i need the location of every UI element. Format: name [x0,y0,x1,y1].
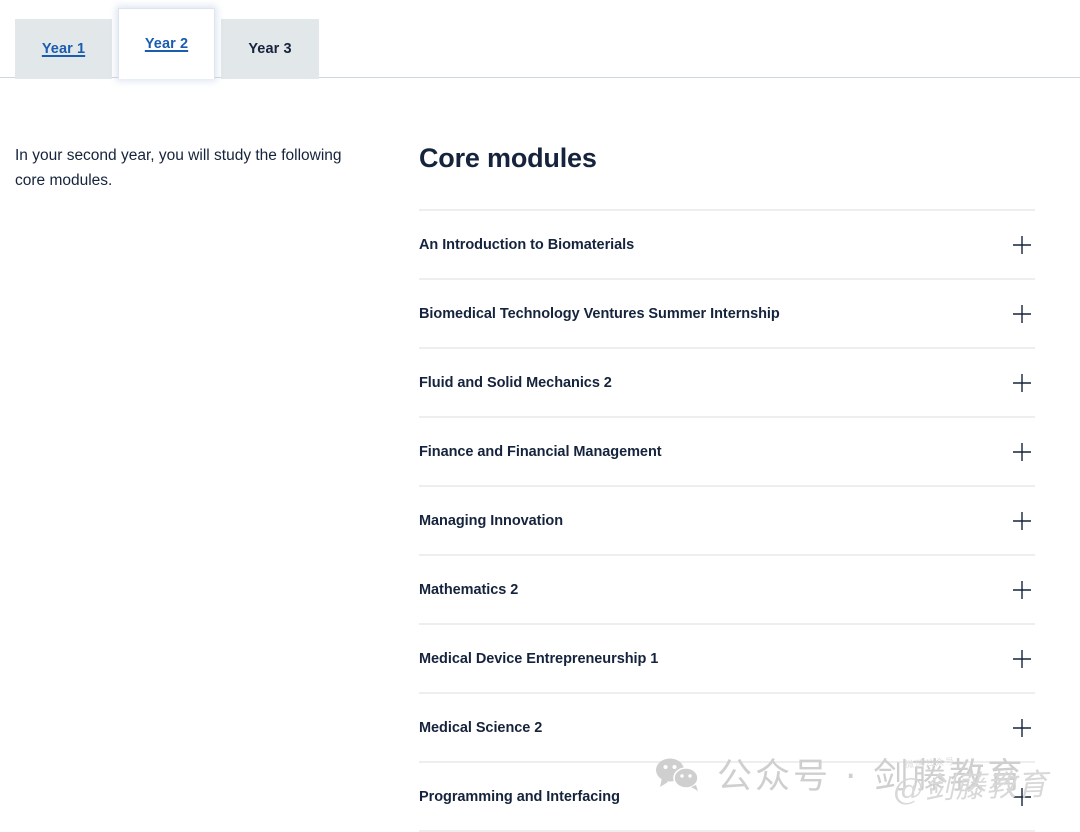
plus-icon[interactable] [1011,372,1033,394]
list-item[interactable]: Medical Science 2 [419,694,1035,763]
list-item[interactable]: Medical Device Entrepreneurship 1 [419,625,1035,694]
tab-year-3-label: Year 3 [248,41,292,57]
list-item[interactable]: An Introduction to Biomaterials [419,211,1035,280]
modules-column: Core modules An Introduction to Biomater… [410,143,1050,832]
tab-year-3[interactable]: Year 3 [221,19,319,79]
list-item[interactable]: Finance and Financial Management [419,418,1035,487]
module-title: Medical Device Entrepreneurship 1 [419,650,659,667]
tab-year-2-label: Year 2 [144,36,189,52]
year-tab-bar: Year 1 Year 2 Year 3 [0,0,1080,79]
module-title: Medical Science 2 [419,719,543,736]
plus-icon[interactable] [1011,579,1033,601]
list-item[interactable]: Fluid and Solid Mechanics 2 [419,349,1035,418]
plus-icon[interactable] [1011,234,1033,256]
module-title: Programming and Interfacing [419,788,620,805]
module-title: An Introduction to Biomaterials [419,236,635,253]
plus-icon[interactable] [1011,441,1033,463]
list-item[interactable]: Managing Innovation [419,487,1035,556]
list-item[interactable]: Biomedical Technology Ventures Summer In… [419,280,1035,349]
tab-year-1-label: Year 1 [41,41,86,57]
list-item[interactable]: Mathematics 2 [419,556,1035,625]
page-title: Core modules [419,143,597,173]
module-title: Mathematics 2 [419,581,519,598]
content-area: In your second year, you will study the … [0,79,1080,832]
tab-year-1[interactable]: Year 1 [15,19,112,79]
list-item[interactable]: Programming and Interfacing [419,763,1035,832]
core-modules-accordion: An Introduction to Biomaterials Biomedic… [419,209,1035,832]
module-title: Fluid and Solid Mechanics 2 [419,374,612,391]
tab-list: Year 1 Year 2 Year 3 [15,8,325,79]
plus-icon[interactable] [1011,648,1033,670]
tab-year-2[interactable]: Year 2 [118,8,215,79]
module-title: Managing Innovation [419,512,564,529]
plus-icon[interactable] [1011,510,1033,532]
intro-column: In your second year, you will study the … [0,143,410,832]
module-title: Biomedical Technology Ventures Summer In… [419,305,780,322]
module-title: Finance and Financial Management [419,443,662,460]
intro-text: In your second year, you will study the … [15,147,342,189]
plus-icon[interactable] [1011,786,1033,808]
plus-icon[interactable] [1011,303,1033,325]
plus-icon[interactable] [1011,717,1033,739]
